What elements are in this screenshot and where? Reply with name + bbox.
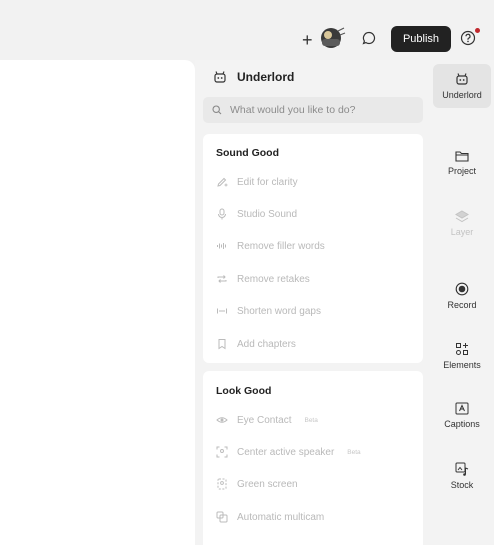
panel-header: Underlord bbox=[213, 70, 294, 84]
item-label: Center active speaker bbox=[237, 446, 335, 458]
center-active-speaker-item[interactable]: Center active speaker Beta bbox=[216, 445, 361, 459]
rail-item-label: Project bbox=[447, 166, 476, 176]
underlord-panel: Underlord Sound Good Edit for clarity St… bbox=[195, 60, 431, 545]
beta-badge: Beta bbox=[347, 448, 361, 456]
eye-contact-item[interactable]: Eye Contact Beta bbox=[216, 413, 318, 427]
comment-icon[interactable] bbox=[362, 31, 376, 45]
gap-icon bbox=[217, 308, 227, 314]
remove-retakes-item[interactable]: Remove retakes bbox=[216, 272, 310, 286]
rail-item-label: Captions bbox=[444, 419, 480, 429]
editor-canvas[interactable] bbox=[0, 60, 195, 545]
rail-item-stock[interactable]: Stock bbox=[433, 462, 491, 490]
rail-item-label: Elements bbox=[443, 360, 481, 370]
rail-item-label: Stock bbox=[450, 480, 474, 490]
rail-item-elements[interactable]: Elements bbox=[433, 342, 491, 370]
rail-item-label: Record bbox=[447, 300, 477, 310]
item-label: Shorten word gaps bbox=[237, 305, 321, 317]
publish-button[interactable]: Publish bbox=[391, 26, 451, 52]
pencil-sparkle-icon bbox=[217, 177, 228, 187]
help-icon[interactable] bbox=[460, 30, 476, 46]
section-title: Sound Good bbox=[216, 147, 279, 159]
green-screen-item[interactable]: Green screen bbox=[216, 477, 298, 491]
panel-title: Underlord bbox=[237, 70, 295, 84]
mic-icon bbox=[218, 208, 226, 220]
notification-dot bbox=[475, 28, 480, 33]
add-collaborator-icon[interactable]: + bbox=[302, 30, 313, 51]
rail-item-label: Underlord bbox=[442, 90, 482, 100]
remove-filler-words-item[interactable]: Remove filler words bbox=[216, 239, 325, 253]
captions-icon bbox=[455, 402, 469, 415]
eye-icon bbox=[216, 417, 228, 423]
stock-icon bbox=[455, 462, 469, 476]
multicam-icon bbox=[216, 511, 228, 523]
shorten-word-gaps-item[interactable]: Shorten word gaps bbox=[216, 304, 321, 318]
green-screen-icon bbox=[217, 478, 227, 490]
folder-icon bbox=[455, 151, 469, 162]
item-label: Remove filler words bbox=[237, 240, 325, 252]
rail-item-record[interactable]: Record bbox=[433, 282, 491, 310]
record-icon bbox=[455, 282, 469, 296]
avatar[interactable] bbox=[316, 27, 346, 49]
item-label: Remove retakes bbox=[237, 273, 310, 285]
item-label: Eye Contact bbox=[237, 414, 292, 426]
add-chapters-item[interactable]: Add chapters bbox=[216, 337, 296, 351]
elements-icon bbox=[456, 343, 468, 355]
beta-badge: Beta bbox=[304, 416, 318, 424]
rail-item-underlord[interactable]: Underlord bbox=[433, 64, 491, 108]
rail-item-label: Layer bbox=[450, 227, 474, 237]
section-title: Look Good bbox=[216, 385, 272, 397]
edit-for-clarity-item[interactable]: Edit for clarity bbox=[216, 175, 298, 189]
item-label: Studio Sound bbox=[237, 208, 298, 220]
repeat-icon bbox=[217, 275, 227, 283]
bookmark-icon bbox=[218, 339, 226, 350]
studio-sound-item[interactable]: Studio Sound bbox=[216, 207, 297, 221]
look-good-card: Look Good Eye Contact Beta Center active… bbox=[203, 371, 423, 545]
sound-good-card: Sound Good Edit for clarity Studio Sound… bbox=[203, 134, 423, 363]
layers-icon bbox=[455, 210, 469, 223]
waveform-icon bbox=[217, 243, 226, 249]
rail-item-project[interactable]: Project bbox=[433, 150, 491, 176]
search-bar[interactable] bbox=[203, 97, 423, 123]
item-label: Green screen bbox=[237, 478, 298, 490]
robot-icon bbox=[456, 73, 468, 85]
speaker-frame-icon bbox=[216, 446, 228, 458]
search-input[interactable] bbox=[230, 104, 410, 116]
item-label: Edit for clarity bbox=[237, 176, 298, 188]
robot-icon bbox=[214, 71, 226, 83]
rail-item-layer[interactable]: Layer bbox=[433, 210, 491, 237]
rail-item-captions[interactable]: Captions bbox=[433, 402, 491, 429]
search-icon bbox=[212, 105, 222, 115]
item-label: Automatic multicam bbox=[237, 511, 325, 523]
top-bar: + Publish bbox=[0, 0, 494, 62]
right-rail: Underlord Project Layer Record Elements bbox=[431, 60, 494, 545]
item-label: Add chapters bbox=[237, 338, 296, 350]
automatic-multicam-item[interactable]: Automatic multicam bbox=[216, 510, 324, 524]
